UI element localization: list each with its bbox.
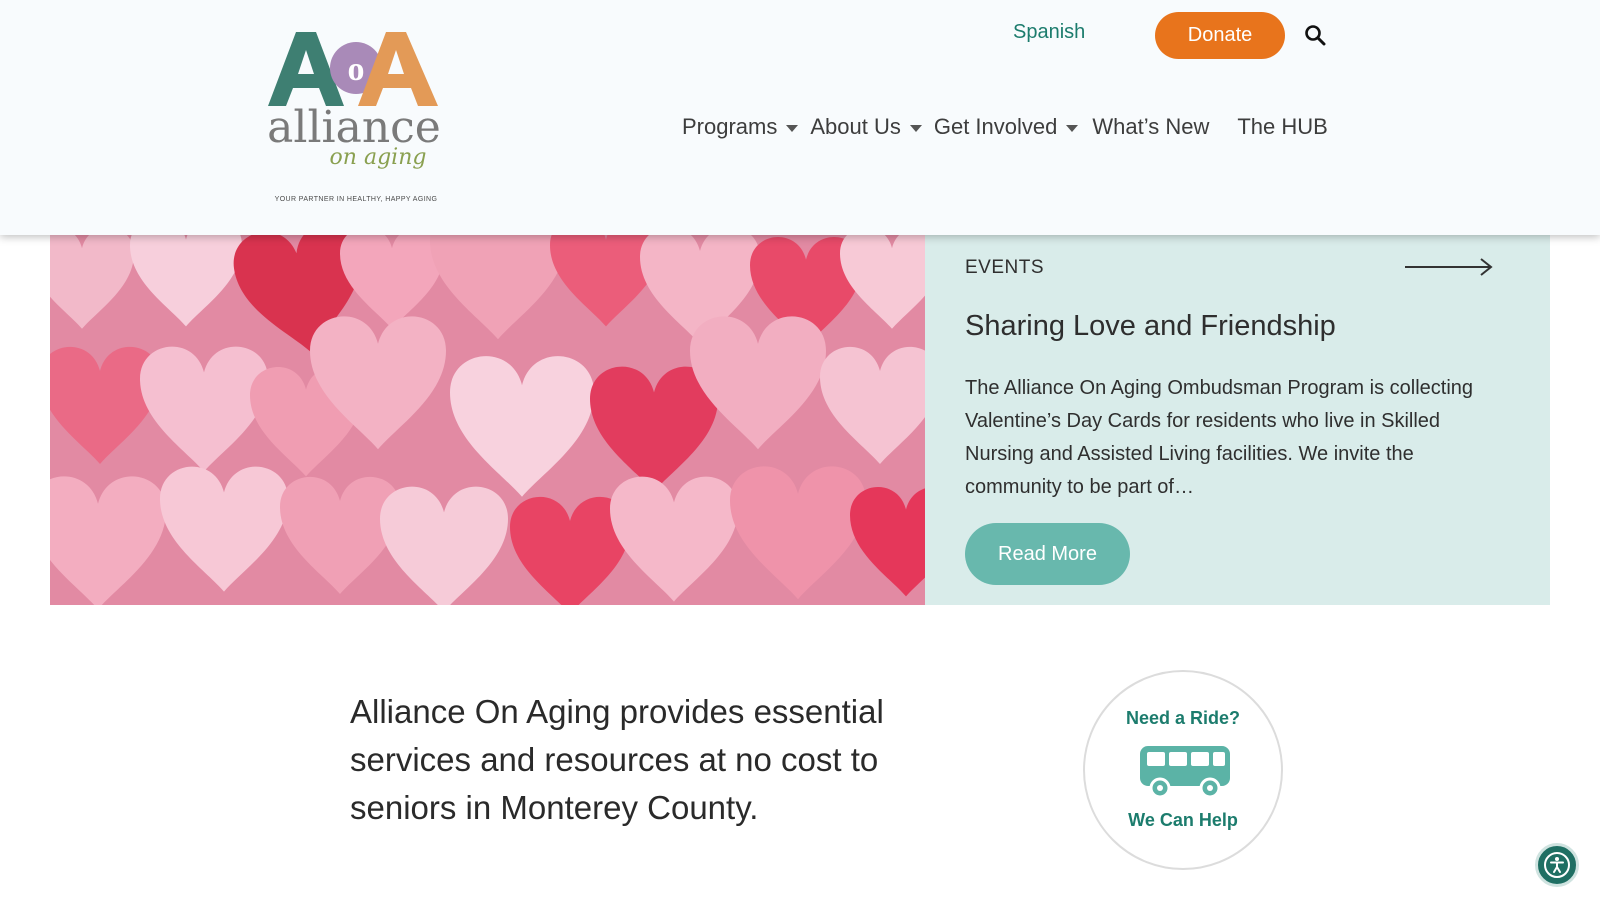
- svg-text:o: o: [348, 51, 365, 88]
- ride-badge-top-text: Need a Ride?: [1125, 708, 1241, 728]
- need-a-ride-badge[interactable]: Need a Ride? We Can Help: [1083, 670, 1283, 870]
- nav-about-us-label: About Us: [810, 114, 901, 139]
- read-more-button[interactable]: Read More: [965, 523, 1130, 585]
- nav-programs-label: Programs: [682, 114, 778, 139]
- nav-get-involved[interactable]: Get Involved: [934, 114, 1079, 140]
- nav-whats-new-label: What’s New: [1092, 114, 1210, 139]
- event-description: The Alliance On Aging Ombudsman Program …: [965, 377, 1474, 498]
- nav-the-hub-label: The HUB: [1237, 114, 1328, 139]
- spanish-link[interactable]: Spanish: [1013, 21, 1085, 44]
- nav-the-hub[interactable]: The HUB: [1237, 114, 1327, 140]
- event-title[interactable]: Sharing Love and Friendship: [965, 310, 1336, 343]
- nav-programs[interactable]: Programs: [682, 114, 799, 140]
- event-category: EVENTS: [965, 257, 1045, 278]
- nav-whats-new[interactable]: What’s New: [1092, 114, 1209, 140]
- nav-get-involved-label: Get Involved: [933, 114, 1058, 139]
- svg-text:on aging: on aging: [330, 145, 427, 170]
- chevron-down-icon[interactable]: [1066, 125, 1079, 132]
- logo-mark: o alliance on aging: [267, 32, 441, 170]
- site-logo[interactable]: o alliance on aging YOUR PARTNER IN HEAL…: [266, 28, 446, 208]
- accessibility-icon[interactable]: [1535, 843, 1579, 887]
- accessibility-figure-icon: [1544, 852, 1570, 878]
- ride-badge-bottom-text: We Can Help: [1128, 810, 1238, 830]
- mission-statement: Alliance On Aging provides essential ser…: [350, 693, 884, 826]
- site-header: o alliance on aging YOUR PARTNER IN HEAL…: [0, 0, 1600, 235]
- nav-about-us[interactable]: About Us: [810, 114, 922, 140]
- logo-tagline: YOUR PARTNER IN HEALTHY, HAPPY AGING: [274, 196, 438, 203]
- search-icon[interactable]: [1304, 24, 1326, 46]
- chevron-down-icon[interactable]: [786, 125, 799, 132]
- main-nav: Programs About Us Get Involved What’s Ne…: [682, 114, 1328, 140]
- chevron-down-icon[interactable]: [909, 125, 922, 132]
- arrow-right-icon[interactable]: [1403, 256, 1495, 278]
- donate-button[interactable]: Donate: [1155, 12, 1285, 59]
- bus-icon: [1140, 746, 1230, 799]
